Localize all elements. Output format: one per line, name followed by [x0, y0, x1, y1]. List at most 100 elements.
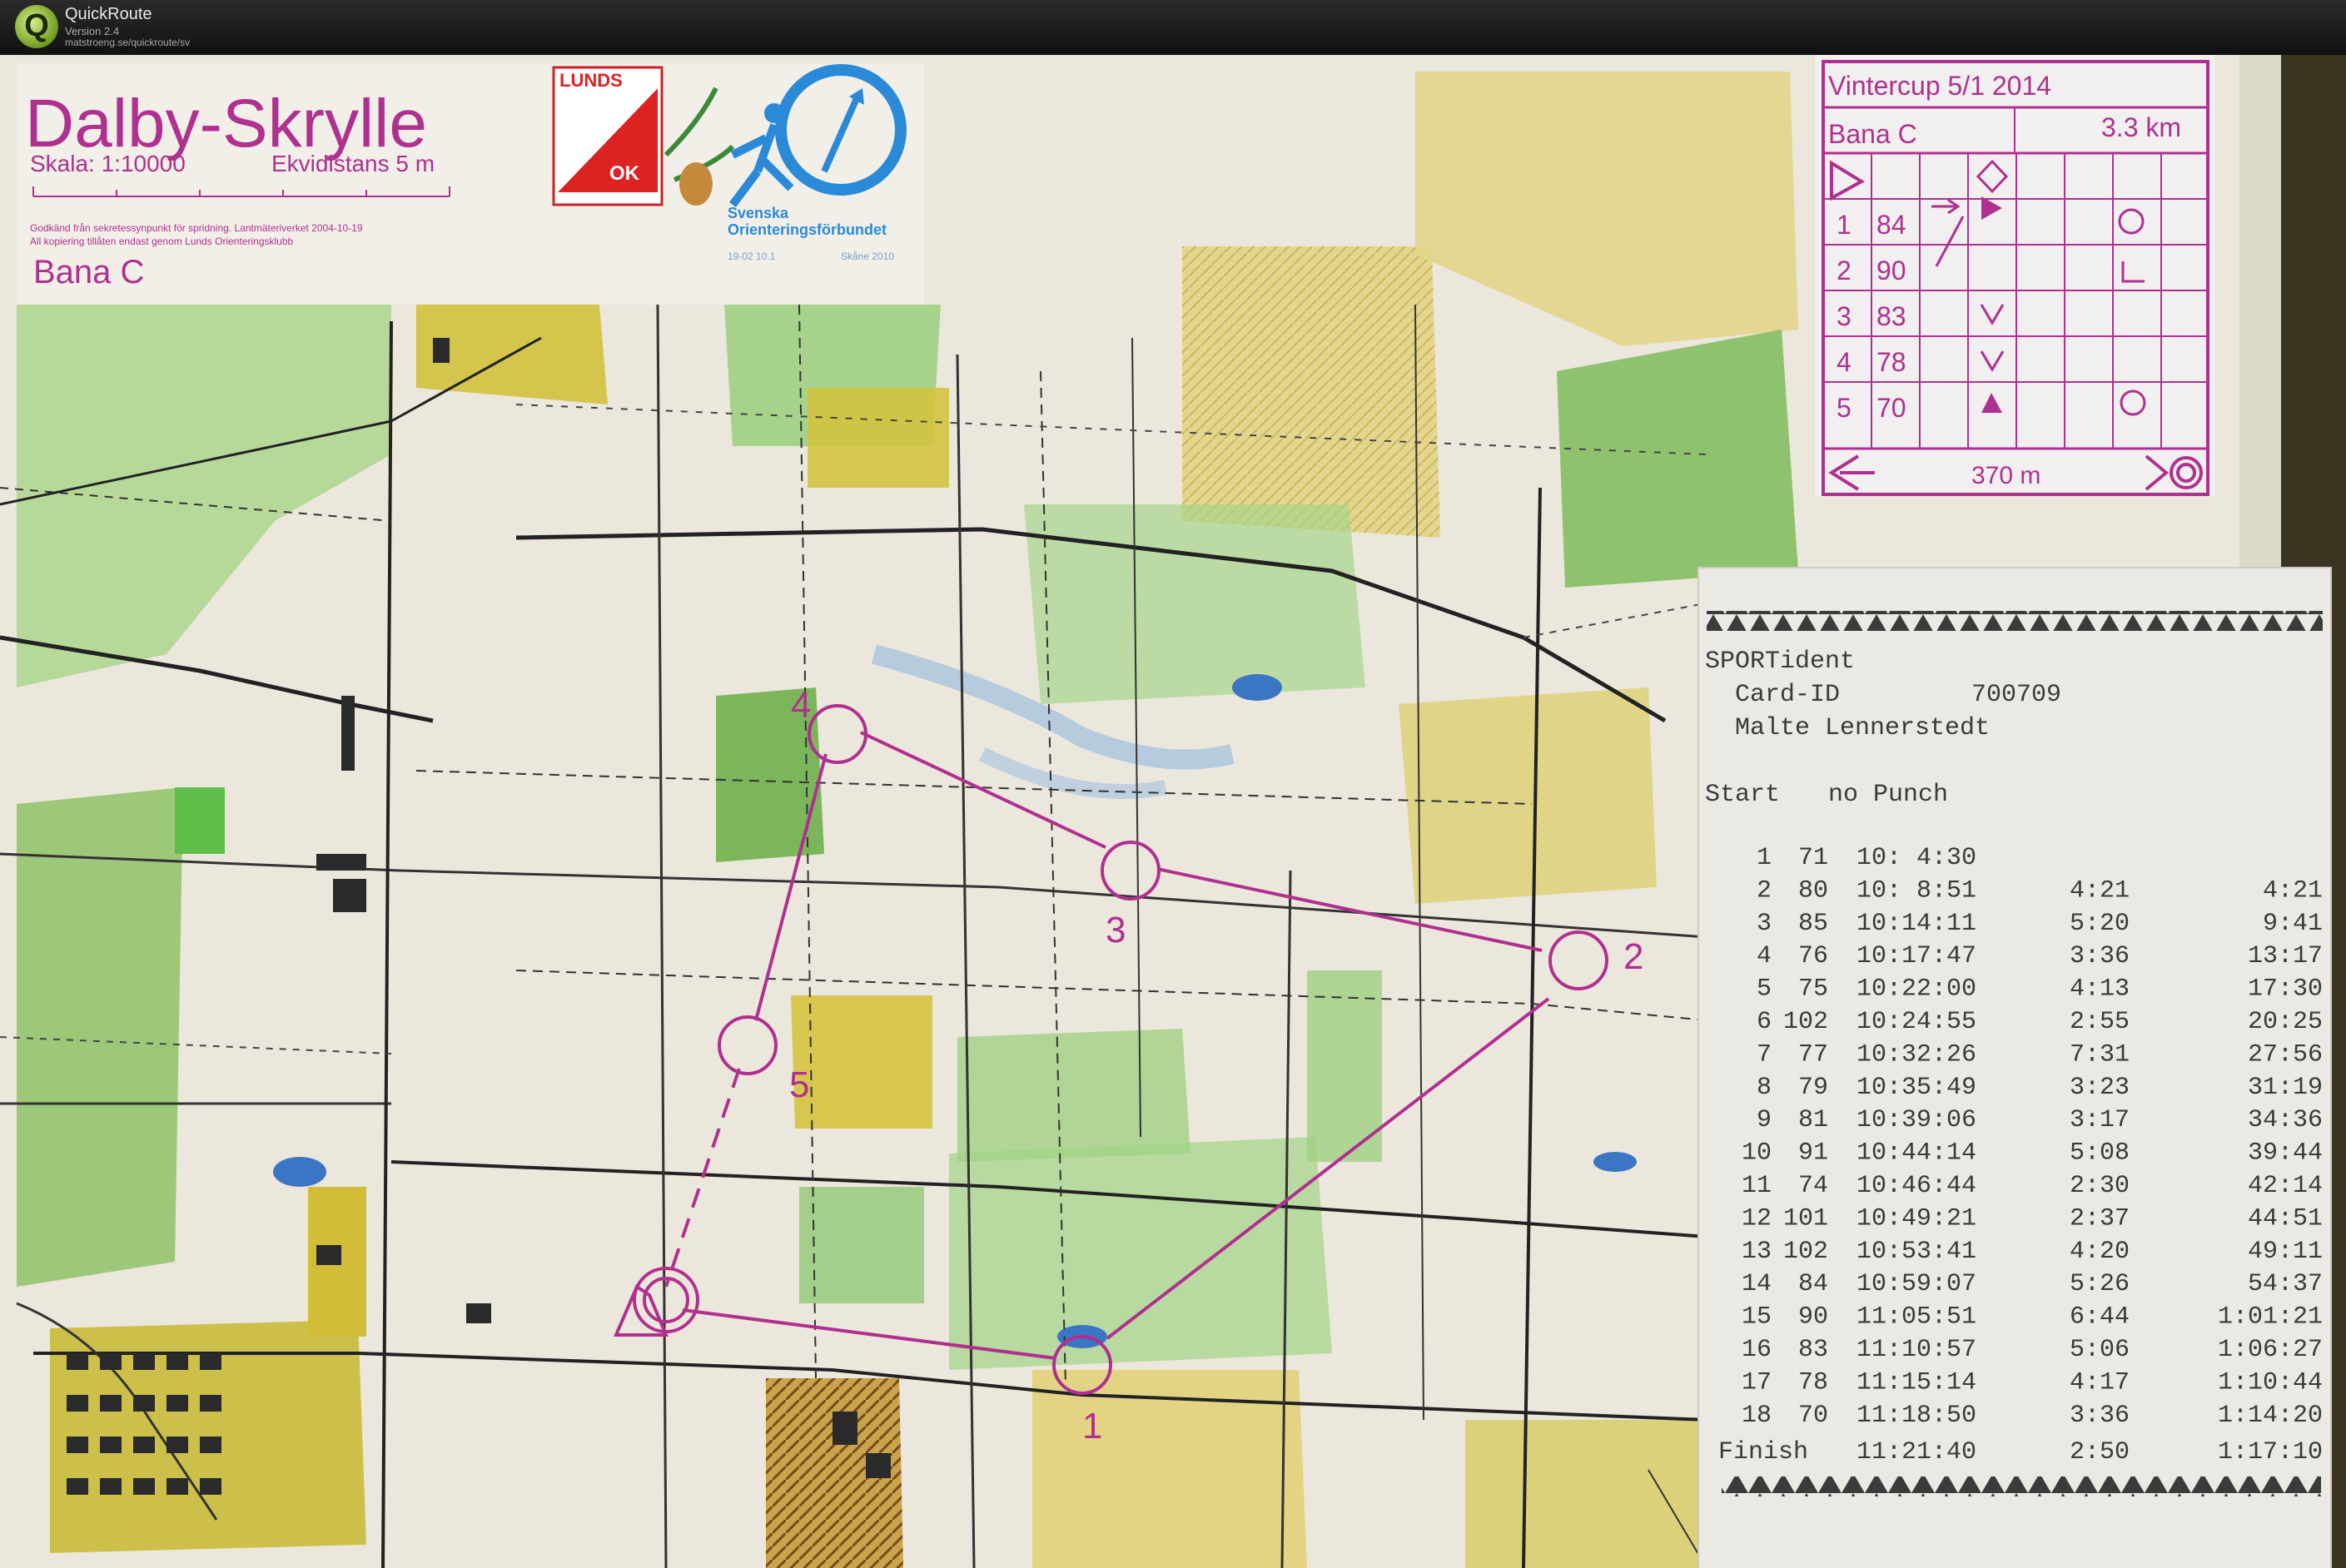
split-total-time: 4:21: [2263, 876, 2323, 905]
finish-distance: 370 m: [1971, 462, 2040, 489]
split-clock-time: 10:53:41: [1856, 1238, 1976, 1266]
description-row-code: 90: [1876, 256, 1906, 285]
split-clock-time: 11:15:14: [1856, 1368, 1976, 1397]
split-leg-time: 3:23: [2070, 1074, 2130, 1102]
split-clock-time: 10: 4:30: [1856, 844, 1976, 872]
split-number: 7: [1757, 1040, 1772, 1069]
federation-name-1: Svenska: [728, 205, 789, 221]
split-clock-time: 10:32:26: [1856, 1040, 1976, 1069]
split-leg-time: 2:30: [2070, 1172, 2130, 1200]
app-version: Version 2.4: [65, 25, 120, 37]
split-clock-time: 11:05:51: [1856, 1303, 1976, 1332]
federation-name-2: Orienteringsförbundet: [728, 221, 887, 238]
split-clock-time: 10:24:55: [1856, 1008, 1976, 1036]
split-clock-time: 10:22:00: [1856, 975, 1976, 1004]
map-course-name: Bana C: [33, 254, 144, 290]
split-clock-time: 10: 8:51: [1856, 876, 1976, 905]
split-number: 2: [1757, 876, 1772, 905]
split-number: 18: [1742, 1402, 1772, 1430]
split-control-code: 81: [1798, 1106, 1828, 1134]
split-leg-time: 2:37: [2070, 1204, 2130, 1233]
split-number: 13: [1742, 1238, 1772, 1266]
map-viewport[interactable]: Dalby-Skrylle Skala: 1:10000 Ekvidistans…: [0, 55, 2346, 1568]
receipt-finish-time: 11:21:40: [1856, 1438, 1976, 1466]
split-control-code: 70: [1798, 1402, 1828, 1430]
split-total-time: 42:14: [2248, 1172, 2323, 1200]
map-margin: [2239, 55, 2281, 588]
split-control-code: 78: [1798, 1368, 1828, 1397]
description-row-number: 5: [1837, 393, 1851, 423]
split-total-time: 17:30: [2248, 975, 2323, 1004]
split-clock-time: 10:14:11: [1856, 910, 1976, 938]
split-leg-time: 6:44: [2070, 1303, 2130, 1332]
split-clock-time: 10:59:07: [1856, 1270, 1976, 1298]
map-edition-b: Skåne 2010: [841, 251, 894, 262]
split-control-code: 84: [1798, 1270, 1828, 1298]
receipt-finish-total: 1:17:10: [2218, 1438, 2323, 1466]
description-row-code: 78: [1876, 347, 1906, 377]
split-total-time: 1:06:27: [2218, 1336, 2323, 1364]
split-control-code: 91: [1798, 1139, 1828, 1168]
description-row-number: 2: [1837, 256, 1851, 285]
app-title: QuickRoute: [65, 5, 152, 23]
split-number: 1: [1757, 844, 1772, 872]
split-total-time: 34:36: [2248, 1106, 2323, 1134]
receipt-bottom-border: [1722, 1476, 2321, 1496]
split-control-code: 77: [1798, 1040, 1828, 1069]
receipt-start-label: Start: [1705, 781, 1780, 809]
split-total-time: 31:19: [2248, 1074, 2323, 1102]
split-number: 6: [1757, 1008, 1772, 1036]
split-leg-time: 5:26: [2070, 1270, 2130, 1298]
split-number: 17: [1742, 1368, 1772, 1397]
split-control-code: 76: [1798, 942, 1828, 970]
map-canvas[interactable]: Dalby-Skrylle Skala: 1:10000 Ekvidistans…: [0, 55, 2346, 1568]
map-scale: Skala: 1:10000: [30, 151, 186, 176]
logo-letter: Q: [24, 8, 49, 43]
split-control-code: 85: [1798, 910, 1828, 938]
split-number: 8: [1757, 1074, 1772, 1102]
split-leg-time: 2:55: [2070, 1008, 2130, 1036]
split-number: 15: [1742, 1303, 1772, 1332]
split-leg-time: 4:17: [2070, 1368, 2130, 1397]
control-number-5: 5: [789, 1064, 809, 1105]
split-leg-time: 7:31: [2070, 1040, 2130, 1069]
receipt-start-value: no Punch: [1828, 781, 1948, 809]
map-edition-a: 19-02 10.1: [728, 251, 776, 262]
split-number: 3: [1757, 910, 1772, 938]
split-control-code: 74: [1798, 1172, 1828, 1200]
split-leg-time: 5:06: [2070, 1336, 2130, 1364]
split-number: 5: [1757, 975, 1772, 1004]
description-row-number: 1: [1837, 210, 1851, 240]
split-total-time: 27:56: [2248, 1040, 2323, 1069]
split-total-time: 1:10:44: [2218, 1368, 2323, 1397]
split-control-code: 102: [1783, 1008, 1828, 1036]
split-leg-time: 5:08: [2070, 1139, 2130, 1168]
quickroute-logo-icon: Q: [15, 5, 58, 48]
split-leg-time: 5:20: [2070, 910, 2130, 938]
app-url: matstroeng.se/quickroute/sv: [65, 37, 191, 48]
split-clock-time: 11:10:57: [1856, 1336, 1976, 1364]
split-total-time: 1:14:20: [2218, 1402, 2323, 1430]
split-control-code: 90: [1798, 1303, 1828, 1332]
split-clock-time: 10:17:47: [1856, 942, 1976, 970]
map-contour-interval: Ekvidistans 5 m: [271, 151, 435, 176]
split-number: 16: [1742, 1336, 1772, 1364]
split-clock-time: 10:35:49: [1856, 1074, 1976, 1102]
split-leg-time: 3:17: [2070, 1106, 2130, 1134]
split-clock-time: 10:39:06: [1856, 1106, 1976, 1134]
split-total-time: 49:11: [2248, 1238, 2323, 1266]
split-leg-time: 4:20: [2070, 1238, 2130, 1266]
club-name-top: LUNDS: [559, 70, 623, 91]
split-total-time: 20:25: [2248, 1008, 2323, 1036]
split-number: 9: [1757, 1106, 1772, 1134]
split-control-code: 101: [1783, 1204, 1828, 1233]
description-row-code: 83: [1876, 301, 1906, 331]
receipt-finish-label: Finish: [1718, 1438, 1808, 1466]
receipt-runner-name: Malte Lennerstedt: [1735, 714, 1990, 742]
split-control-code: 80: [1798, 876, 1828, 905]
description-row-number: 4: [1837, 347, 1851, 377]
sportident-receipt: SPORTident Card-ID 700709 Malte Lennerst…: [1697, 567, 2332, 1568]
club-name-bottom: OK: [609, 162, 640, 185]
split-control-code: 79: [1798, 1074, 1828, 1102]
split-leg-time: 3:36: [2070, 1402, 2130, 1430]
